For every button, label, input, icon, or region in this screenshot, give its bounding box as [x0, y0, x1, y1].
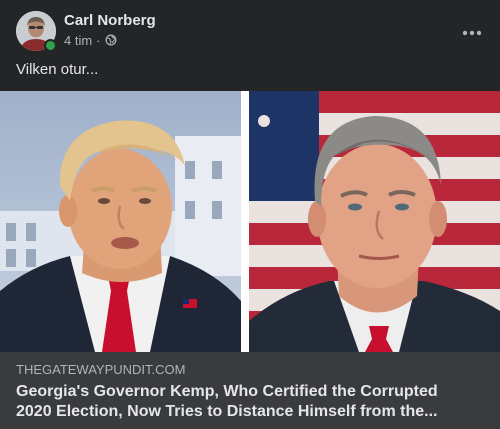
meta-separator: ·: [96, 32, 101, 48]
post-timestamp[interactable]: 4 tim: [64, 33, 92, 48]
globe-icon[interactable]: [105, 34, 117, 46]
link-title-line-1: Georgia's Governor Kemp, Who Certified t…: [16, 383, 438, 400]
photo-left: [0, 91, 241, 352]
link-preview-card[interactable]: THEGATEWAYPUNDIT.COM Georgia's Governor …: [0, 91, 500, 429]
more-dots-icon: [462, 30, 482, 36]
more-options-button[interactable]: [454, 15, 490, 51]
post-text: Vilken otur...: [16, 61, 99, 78]
link-domain: THEGATEWAYPUNDIT.COM: [16, 362, 186, 377]
link-preview-image[interactable]: [0, 91, 500, 352]
link-title: Georgia's Governor Kemp, Who Certified t…: [16, 382, 484, 422]
post-meta: 4 tim ·: [64, 32, 117, 48]
author-name[interactable]: Carl Norberg: [64, 11, 156, 30]
online-status-icon: [44, 39, 57, 52]
link-info[interactable]: THEGATEWAYPUNDIT.COM Georgia's Governor …: [0, 352, 500, 429]
author-avatar[interactable]: [16, 11, 57, 52]
photo-right: [249, 91, 500, 352]
link-title-line-2: 2020 Election, Now Tries to Distance Him…: [16, 403, 438, 420]
feed-post: Carl Norberg 4 tim · Vilken otur... THEG…: [0, 0, 500, 429]
post-header: Carl Norberg 4 tim ·: [16, 11, 484, 55]
